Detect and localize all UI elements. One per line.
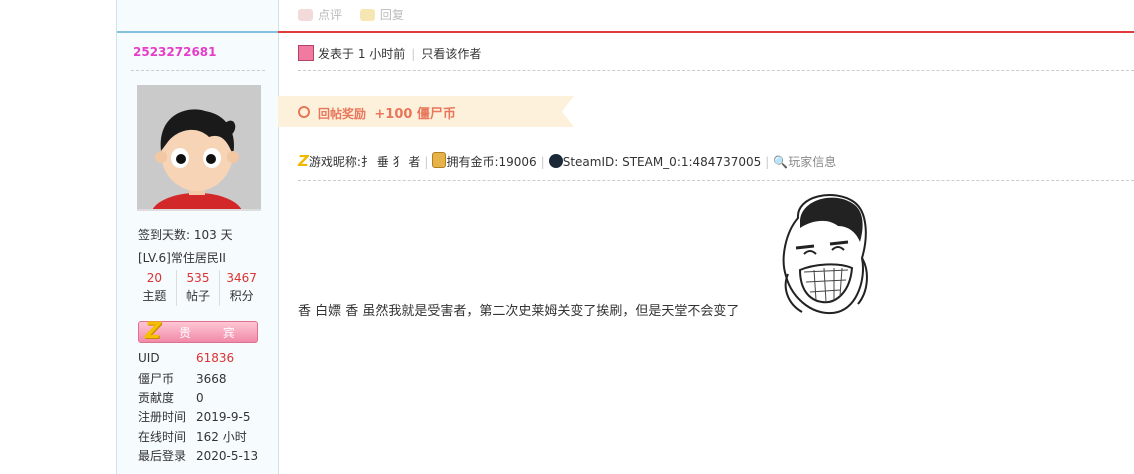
avatar-cartoon-icon [137,85,261,209]
user-level[interactable]: [LV.6]常住居民II [138,249,226,266]
avatar[interactable] [137,85,261,209]
stat-points-count: 3467 [226,271,257,285]
gold-coin-icon [432,152,447,168]
sidebar-top-line [117,31,278,33]
steam-id: SteamID: STEAM_0:1:484737005 [562,155,762,169]
gold-amount: 拥有金币:19006 [446,155,537,169]
author-only-link[interactable]: 只看该作者 [421,47,481,61]
vip-label: 贵 宾 [179,326,249,340]
laughing-meme-face-icon [782,194,868,315]
info-last-login-value: 2020-5-13 [196,449,259,463]
post-actions: 点评 回复 [298,6,404,23]
info-last-login: 最后登录 2020-5-13 [138,447,258,464]
online-status-icon [298,45,314,61]
reply-label: 回复 [379,8,404,22]
vip-z-icon: Z [145,319,161,344]
reward-text: 回帖奖励 +100 僵尸币 [318,103,456,122]
user-stats: 20 主题 535 帖子 3467 积分 [133,270,263,306]
reward-amount: +100 僵尸币 [374,107,456,122]
reply-reward-banner: 回帖奖励 +100 僵尸币 [278,96,574,127]
comment-action[interactable]: 点评 [298,8,342,22]
comment-label: 点评 [318,8,343,22]
stat-posts[interactable]: 535 帖子 [177,270,221,306]
checkin-days: 签到天数: 103 天 [138,228,233,242]
reward-circle-icon [298,106,310,118]
author-username-link[interactable]: 2523272681 [133,45,217,59]
info-last-login-key: 最后登录 [138,449,187,463]
player-info-link[interactable]: 🔍玩家信息 [773,155,836,169]
game-z-icon: Z [298,152,309,170]
game-sep: | [765,155,770,169]
info-online-value: 162 小时 [196,430,247,444]
stat-points-label: 积分 [229,289,254,303]
game-sep: | [540,155,545,169]
divider [131,70,265,71]
game-sep: | [424,155,429,169]
reward-label: 回帖奖励 [318,107,367,121]
info-uid-key: UID [138,351,160,365]
info-contribution-key: 贡献度 [138,391,175,405]
divider [298,180,1134,181]
game-nickname: 游戏昵称:扌 垂 犭 者 [308,155,421,169]
vip-badge: Z 贵 宾 [138,319,258,344]
stat-threads[interactable]: 20 主题 [133,270,177,306]
info-contribution-value: 0 [196,391,204,405]
info-register-date: 注册时间 2019-9-5 [138,408,250,425]
info-register-value: 2019-9-5 [196,410,251,424]
post-time: 发表于 1 小时前 [318,47,406,61]
info-online-time: 在线时间 162 小时 [138,428,247,445]
post-meta: 发表于 1 小时前 | 只看该作者 [298,45,481,62]
info-uid: UID 61836 [138,351,234,365]
divider [298,70,1134,71]
stat-threads-label: 主题 [142,289,167,303]
stat-posts-label: 帖子 [186,289,211,303]
steam-icon [548,154,563,168]
post-divider-red [278,31,1134,33]
info-uid-value[interactable]: 61836 [196,351,234,365]
search-icon: 🔍 [773,155,789,169]
info-coins: 僵尸币 3668 [138,370,227,387]
author-sidebar: 2523272681 签到天数: 103 天 [LV.6]常住居民II 20 主… [116,0,279,474]
comment-icon [298,9,313,21]
reply-icon [359,9,375,21]
post-content-area: 点评 回复 发表于 1 小时前 | 只看该作者 回帖奖励 +100 僵尸币 Z游戏昵… [278,0,1134,474]
page-gutter [0,0,116,474]
stat-threads-count: 20 [146,271,162,285]
player-info-label: 玩家信息 [788,155,837,169]
post-message: 香 白嫖 香 虽然我就是受害者，第二次史莱姆关变了挨刷，但是天堂不会变了 [298,304,740,319]
stat-posts-count: 535 [186,271,210,285]
info-contribution: 贡献度 0 [138,389,204,406]
info-coins-value: 3668 [196,372,227,386]
info-online-key: 在线时间 [138,430,187,444]
reply-action[interactable]: 回复 [359,8,404,22]
game-info-bar: Z游戏昵称:扌 垂 犭 者 | 拥有金币:19006 | SteamID: STEAM_… [298,152,836,170]
info-register-key: 注册时间 [138,410,187,424]
meta-separator: | [411,47,416,61]
stat-points[interactable]: 3467 积分 [220,270,263,306]
info-coins-key: 僵尸币 [138,372,175,386]
